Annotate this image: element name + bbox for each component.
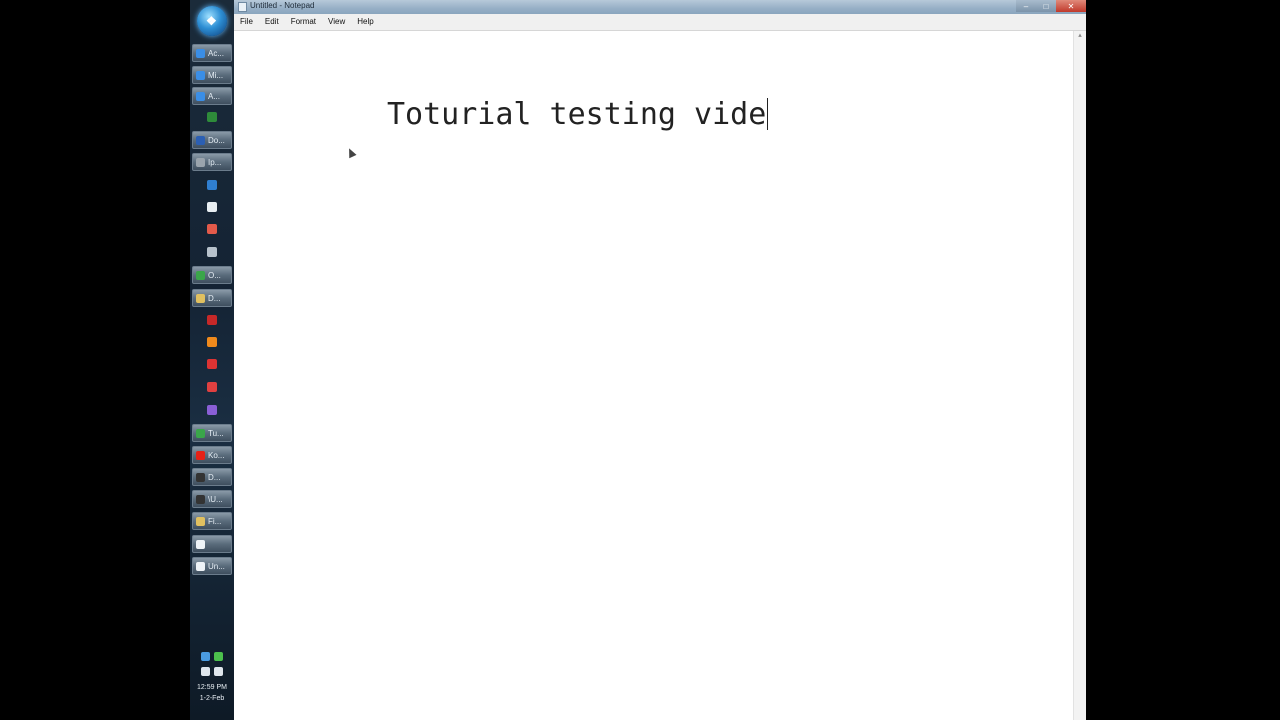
taskbar-item[interactable]: Tu... <box>192 424 232 442</box>
taskbar-item[interactable]: Fi... <box>192 512 232 530</box>
menu-file[interactable]: File <box>234 14 259 30</box>
taskbar-item[interactable] <box>192 198 232 216</box>
taskbar-item[interactable] <box>192 355 232 373</box>
pdf-icon <box>207 315 217 325</box>
menu-edit[interactable]: Edit <box>259 14 285 30</box>
chrome-icon <box>196 428 205 438</box>
text-editor[interactable]: Toturial testing vide <box>234 31 1074 720</box>
taskbar-item-label: Fi... <box>208 516 222 526</box>
globe-icon <box>207 405 217 415</box>
outlook-icon <box>207 180 217 190</box>
taskbar-item[interactable] <box>192 108 232 126</box>
title-bar[interactable]: Untitled - Notepad – □ ✕ <box>234 0 1086 14</box>
taskbar-item-label: O... <box>208 270 221 280</box>
ie-icon <box>196 48 205 58</box>
menu-format[interactable]: Format <box>285 14 322 30</box>
security-icon[interactable] <box>214 652 223 661</box>
system-tray: 12:59 PM 1-2-Feb <box>192 652 232 720</box>
menu-bar: File Edit Format View Help <box>234 14 1086 31</box>
taskbar-item[interactable]: Ip... <box>192 153 232 171</box>
notepad-window: Untitled - Notepad – □ ✕ File Edit Forma… <box>234 0 1086 720</box>
notepad-icon <box>196 561 205 571</box>
folder-icon <box>196 516 205 526</box>
menu-help[interactable]: Help <box>351 14 379 30</box>
taskbar-item[interactable]: Un... <box>192 557 232 575</box>
taskbar-item[interactable] <box>192 535 232 553</box>
rss-icon <box>207 337 217 347</box>
taskbar-item-label: Tu... <box>208 428 224 438</box>
maximize-button[interactable]: □ <box>1036 0 1056 12</box>
taskbar-item[interactable]: Mi... <box>192 66 232 84</box>
window-controls: – □ ✕ <box>1016 0 1086 12</box>
taskbar-item-label: Ac... <box>208 48 225 58</box>
close-button[interactable]: ✕ <box>1056 0 1086 12</box>
taskbar-item[interactable]: D... <box>192 468 232 486</box>
taskbar-item-label: Un... <box>208 561 225 571</box>
terminal-icon <box>196 472 205 482</box>
window-title: Untitled - Notepad <box>250 1 315 10</box>
notepad-icon <box>238 2 247 12</box>
taskbar-item[interactable] <box>192 378 232 396</box>
start-button[interactable]: ❖ <box>197 6 227 36</box>
clock-time: 12:59 PM <box>197 684 227 691</box>
taskbar: ❖ Ac... Mi... A... Do... Ip... O... D... Tu... K… <box>190 0 235 720</box>
settings-icon <box>196 157 205 167</box>
vertical-scrollbar[interactable]: ▴ <box>1073 31 1086 720</box>
desktop-screen: ❖ Ac... Mi... A... Do... Ip... O... D... Tu... K… <box>190 0 1086 720</box>
taskbar-item[interactable]: Ac... <box>192 44 232 62</box>
taskbar-item[interactable]: Ko... <box>192 446 232 464</box>
editor-content: Toturial testing vide <box>387 97 769 132</box>
taskbar-item-label: A... <box>208 91 221 101</box>
taskbar-item[interactable] <box>192 401 232 419</box>
taskbar-item-label: Ko... <box>208 450 225 460</box>
taskbar-item[interactable] <box>192 311 232 329</box>
taskbar-item[interactable] <box>192 333 232 351</box>
taskbar-item[interactable]: A... <box>192 87 232 105</box>
folder-icon <box>196 293 205 303</box>
taskbar-item-label: Do... <box>208 135 225 145</box>
menu-view[interactable]: View <box>322 14 351 30</box>
mouse-cursor-icon <box>345 146 357 159</box>
taskbar-item[interactable] <box>192 220 232 238</box>
printer-icon <box>207 247 217 257</box>
ie-icon <box>196 91 205 101</box>
editor-text: Toturial testing vide <box>387 97 767 132</box>
clock-date: 1-2-Feb <box>199 695 225 702</box>
chrome-icon <box>196 270 205 280</box>
youtube-icon <box>196 450 205 460</box>
taskbar-item-label: Ip... <box>208 157 222 167</box>
taskbar-item-label: \U... <box>208 494 223 504</box>
notepad-icon <box>196 539 205 549</box>
text-caret <box>767 98 769 130</box>
network-icon[interactable] <box>201 652 210 661</box>
clock[interactable]: 12:59 PM 1-2-Feb <box>192 682 232 704</box>
taskbar-item-label: D... <box>208 293 221 303</box>
taskbar-item[interactable]: \U... <box>192 490 232 508</box>
phone-icon <box>207 202 217 212</box>
taskbar-item[interactable] <box>192 176 232 194</box>
update-icon[interactable] <box>201 667 210 676</box>
volume-icon[interactable] <box>214 667 223 676</box>
taskbar-item[interactable]: Do... <box>192 131 232 149</box>
media-icon <box>207 359 217 369</box>
record-icon <box>207 382 217 392</box>
minimize-button[interactable]: – <box>1016 0 1036 12</box>
windows-logo-icon: ❖ <box>206 14 217 28</box>
taskbar-item[interactable] <box>192 243 232 261</box>
ie-icon <box>196 70 205 80</box>
terminal-icon <box>196 494 205 504</box>
paint-icon <box>207 224 217 234</box>
scroll-up-icon[interactable]: ▴ <box>1074 31 1086 43</box>
taskbar-item-label: Mi... <box>208 70 224 80</box>
excel-icon <box>207 112 217 122</box>
taskbar-item-label: D... <box>208 472 221 482</box>
word-icon <box>196 135 205 145</box>
taskbar-item[interactable]: O... <box>192 266 232 284</box>
taskbar-item[interactable]: D... <box>192 289 232 307</box>
